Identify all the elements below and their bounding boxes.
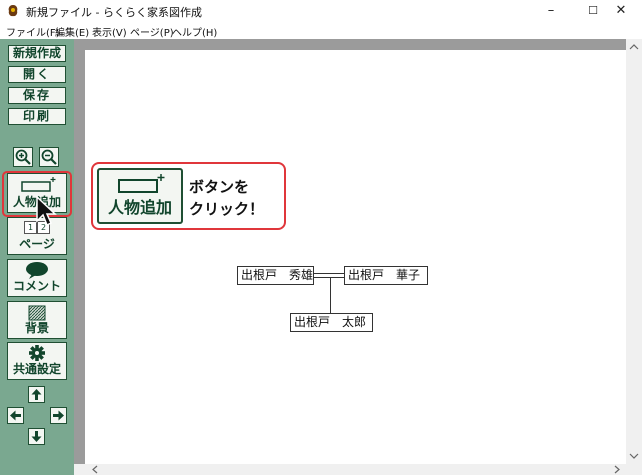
scroll-up-icon[interactable]: [626, 41, 642, 53]
instruction-callout: 人物追加 ボタンを クリック！: [91, 162, 286, 230]
menu-file[interactable]: ファイル(F): [6, 24, 60, 39]
comment-button[interactable]: コメント: [7, 259, 67, 297]
callout-add-person-button: 人物追加: [97, 168, 183, 224]
save-button[interactable]: 保存: [8, 87, 66, 104]
marriage-line-top: [314, 273, 344, 274]
arrow-down-icon: [31, 431, 42, 442]
zoom-out-icon: [41, 149, 57, 165]
minimize-button[interactable]: –: [528, 0, 574, 22]
vertical-scrollbar[interactable]: [626, 39, 642, 464]
person-box-mother[interactable]: 出根戸 華子: [344, 266, 428, 285]
background-label: 背景: [24, 321, 49, 335]
child-connector-line: [330, 277, 331, 313]
app-icon: [8, 5, 18, 17]
print-button[interactable]: 印刷: [8, 108, 66, 125]
arrow-right-icon: [53, 410, 64, 421]
common-settings-button[interactable]: 共通設定: [7, 342, 67, 380]
callout-text-line2: クリック！: [189, 200, 265, 218]
scrollbar-corner: [626, 464, 642, 475]
new-file-button[interactable]: 新規作成: [8, 45, 66, 62]
menu-help[interactable]: ヘルプ(H): [172, 24, 217, 39]
menu-edit[interactable]: 編集(E): [55, 24, 89, 39]
mouse-cursor-icon: [36, 196, 57, 227]
page-label: ページ: [19, 237, 55, 251]
zoom-in-button[interactable]: [13, 147, 33, 167]
menu-bar: ファイル(F) 編集(E) 表示(V) ページ(P) ヘルプ(H): [0, 22, 642, 39]
common-settings-label: 共通設定: [12, 362, 61, 376]
zoom-out-button[interactable]: [39, 147, 59, 167]
scroll-down-icon[interactable]: [626, 450, 642, 462]
close-button[interactable]: ✕: [598, 0, 642, 22]
horizontal-scrollbar[interactable]: [74, 464, 626, 475]
comment-label: コメント: [12, 279, 61, 293]
callout-text-line1: ボタンを: [189, 178, 250, 196]
background-button[interactable]: 背景: [7, 301, 67, 339]
scroll-right-icon[interactable]: [610, 464, 622, 475]
sidebar: 新規作成 開く 保存 印刷 人物追加 1 2 ページ: [0, 39, 74, 475]
menu-view[interactable]: 表示(V): [92, 24, 127, 39]
scroll-left-icon[interactable]: [90, 464, 102, 475]
window-title: 新規ファイル - らくらく家系図作成: [26, 6, 202, 19]
move-left-button[interactable]: [7, 407, 24, 424]
menu-page[interactable]: ページ(P): [130, 24, 174, 39]
arrow-left-icon: [10, 410, 21, 421]
open-button[interactable]: 開く: [8, 66, 66, 83]
person-box-child[interactable]: 出根戸 太郎: [290, 313, 373, 332]
drawing-paper[interactable]: [85, 50, 626, 464]
move-down-button[interactable]: [28, 428, 45, 445]
move-up-button[interactable]: [28, 386, 45, 403]
marriage-line-bottom: [314, 277, 344, 278]
arrow-up-icon: [31, 389, 42, 400]
title-bar: 新規ファイル - らくらく家系図作成 – ☐ ✕: [0, 0, 642, 22]
move-right-button[interactable]: [50, 407, 67, 424]
person-box-father[interactable]: 出根戸 秀雄: [237, 266, 314, 285]
zoom-in-icon: [15, 149, 31, 165]
callout-button-label: 人物追加: [107, 198, 172, 217]
